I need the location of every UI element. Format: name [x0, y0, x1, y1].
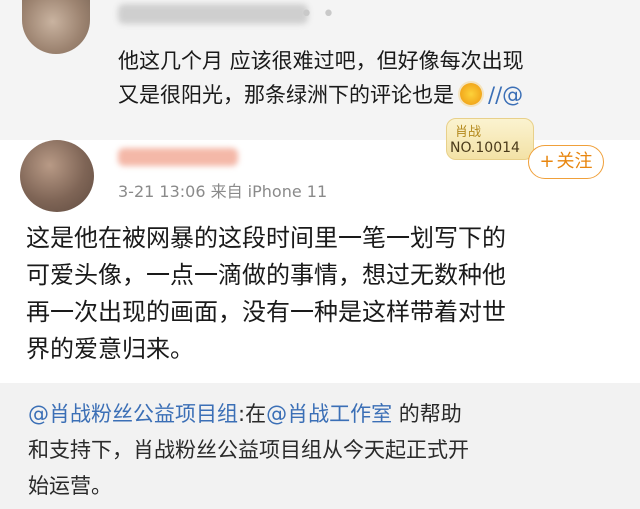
repost-text: 的帮助	[392, 402, 462, 426]
plus-icon: +	[539, 151, 555, 172]
follow-button[interactable]: + 关注	[528, 145, 604, 179]
fan-badge: 肖战 NO.10014	[446, 118, 534, 160]
poster-name-blurred[interactable]	[118, 148, 238, 166]
follow-label: 关注	[556, 151, 593, 172]
repost-line3: 始运营。	[28, 474, 112, 498]
repost-text: :在	[238, 402, 267, 426]
sun-emoji-icon	[460, 83, 482, 105]
repost-line2: 和支持下，肖战粉丝公益项目组从今天起正式开	[28, 438, 469, 462]
post-line: 界的爱意归来。	[26, 335, 194, 363]
more-icon[interactable]: • •	[300, 2, 336, 27]
comment-text-line2-body: 又是很阳光，那条绿洲下的评论也是	[118, 83, 454, 107]
repost-line1: @肖战粉丝公益项目组:在@肖战工作室 的帮助	[28, 399, 462, 429]
post-meta: 3-21 13:06 来自 iPhone 11	[118, 182, 328, 201]
fan-badge-number: NO.10014	[450, 140, 520, 156]
poster-avatar[interactable]	[20, 140, 94, 212]
fan-badge-title: 肖战	[455, 125, 482, 140]
mention-studio-link[interactable]: @肖战工作室	[266, 402, 392, 426]
post-line: 再一次出现的画面，没有一种是这样带着对世	[26, 298, 506, 326]
post-line: 这是他在被网暴的这段时间里一笔一划写下的	[26, 224, 506, 252]
commenter-name-blurred[interactable]	[118, 4, 308, 24]
comment-text-line2: 又是很阳光，那条绿洲下的评论也是 //@	[118, 80, 523, 110]
post-body: 这是他在被网暴的这段时间里一笔一划写下的 可爱头像，一点一滴做的事情，想过无数种…	[26, 220, 626, 368]
repost-mention-marker[interactable]: //@	[488, 83, 523, 107]
comment-text-line1: 他这几个月 应该很难过吧，但好像每次出现	[118, 49, 524, 73]
post-line: 可爱头像，一点一滴做的事情，想过无数种他	[26, 261, 506, 289]
mention-fan-group-link[interactable]: @肖战粉丝公益项目组	[28, 402, 238, 426]
